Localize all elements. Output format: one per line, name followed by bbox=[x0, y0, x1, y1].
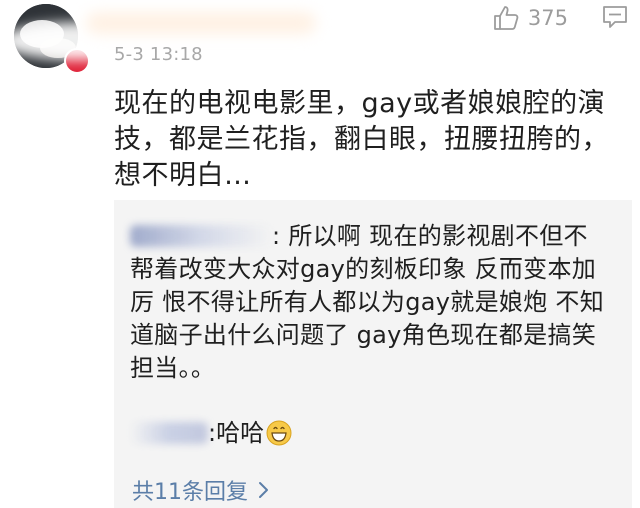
more-replies-label: 共11条回复 bbox=[132, 480, 248, 505]
reply-item[interactable]: : 所以啊 现在的影视剧不但不帮着改变大众对gay的刻板印象 反而变本加厉 恨不… bbox=[130, 220, 610, 385]
reply-thread: : 所以啊 现在的影视剧不但不帮着改变大众对gay的刻板印象 反而变本加厉 恨不… bbox=[114, 200, 632, 508]
reply-username-blur bbox=[130, 422, 208, 444]
reply-item[interactable]: :哈哈 bbox=[130, 418, 292, 448]
reply-text: :哈哈 bbox=[208, 419, 265, 447]
comment-page: 5-3 13:18 375 现在的电视电影里，gay或者娘娘腔的演技，都是兰花指… bbox=[0, 0, 640, 508]
reply-icon[interactable] bbox=[602, 4, 628, 30]
like-button[interactable]: 375 bbox=[492, 4, 568, 32]
chevron-right-icon bbox=[259, 482, 268, 498]
more-replies-link[interactable]: 共11条回复 bbox=[132, 474, 270, 506]
comment-timestamp: 5-3 13:18 bbox=[114, 44, 203, 65]
username-blur bbox=[86, 12, 316, 34]
like-count: 375 bbox=[527, 6, 568, 30]
grinning-emoji-icon bbox=[266, 420, 292, 446]
reply-username-blur bbox=[130, 225, 272, 247]
thumbs-up-icon bbox=[494, 6, 519, 30]
comment-text: 现在的电视电影里，gay或者娘娘腔的演技，都是兰花指，翻白眼，扭腰扭胯的，想不明… bbox=[114, 88, 609, 191]
